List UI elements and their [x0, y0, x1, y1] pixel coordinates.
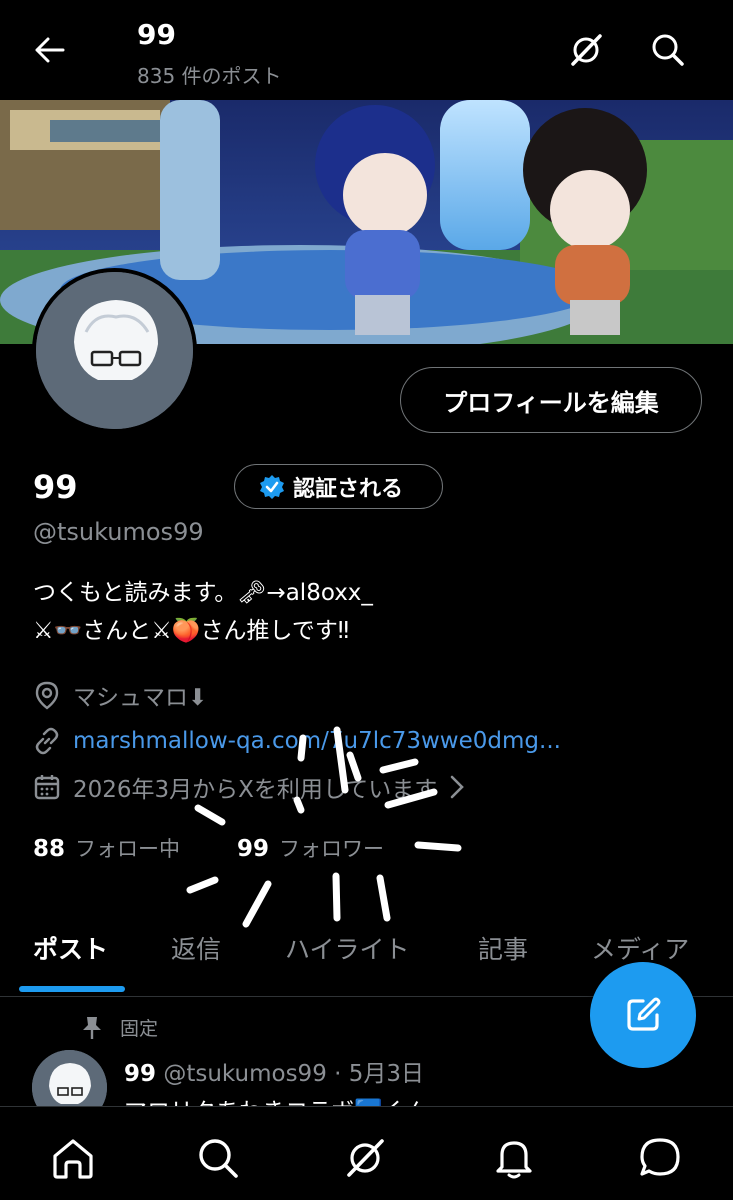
grok-icon[interactable] — [342, 1135, 388, 1181]
chevron-right-icon — [450, 775, 465, 799]
chat-icon[interactable] — [637, 1135, 683, 1181]
post-count: 835 件のポスト — [137, 64, 282, 88]
pinned-indicator: 固定 — [80, 1014, 158, 1041]
get-verified-button[interactable]: 認証される — [234, 464, 443, 509]
header-title: 99 — [137, 18, 176, 51]
post-author[interactable]: 99 — [124, 1061, 156, 1087]
followers-count: 99 — [237, 836, 270, 862]
search-icon[interactable] — [648, 30, 688, 70]
bell-icon[interactable] — [491, 1135, 537, 1181]
active-tab-indicator — [19, 986, 125, 992]
link-icon — [35, 727, 59, 755]
joined-row[interactable]: 2026年3月からXを利用しています — [33, 770, 465, 804]
profile-location: マシュマロ⬇ — [33, 678, 207, 712]
edit-profile-button[interactable]: プロフィールを編集 — [400, 367, 702, 433]
compose-button[interactable] — [590, 962, 696, 1068]
profile-bio: つくもと読みます。🗝→al8oxx_ ⚔👓さんと⚔🍑さん推しです‼ — [33, 574, 373, 650]
profile-header: 99 835 件のポスト — [0, 0, 733, 100]
location-text: マシュマロ⬇ — [73, 685, 208, 711]
followers-link[interactable]: 99 フォロワー — [237, 833, 384, 863]
compose-icon — [627, 997, 661, 1031]
tab-media[interactable]: メディア — [591, 930, 689, 966]
profile-name: 99 — [33, 468, 78, 506]
post-header: 99 @tsukumos99 · 5月3日 — [124, 1054, 424, 1088]
profile-link-row[interactable]: marshmallow-qa.com/7u7lc73wwe0dmg... — [33, 727, 561, 755]
tab-posts[interactable]: ポスト — [33, 930, 108, 966]
following-count: 88 — [33, 836, 66, 862]
back-arrow-icon[interactable] — [30, 30, 70, 70]
tab-articles[interactable]: 記事 — [478, 930, 528, 966]
calendar-icon — [34, 775, 60, 800]
location-pin-icon — [35, 681, 59, 710]
bio-line: ⚔👓さんと⚔🍑さん推しです‼ — [33, 618, 349, 644]
bottom-navigation — [0, 1106, 733, 1200]
search-icon[interactable] — [195, 1135, 241, 1181]
joined-text: 2026年3月からXを利用しています — [73, 777, 438, 803]
followers-label: フォロワー — [279, 837, 385, 861]
profile-avatar[interactable] — [32, 268, 197, 433]
bio-line: つくもと読みます。🗝→al8oxx_ — [33, 580, 373, 606]
post-handle-date: @tsukumos99 · 5月3日 — [163, 1061, 425, 1087]
home-icon[interactable] — [50, 1135, 96, 1181]
profile-handle: @tsukumos99 — [33, 518, 204, 546]
grok-icon[interactable] — [566, 30, 606, 70]
following-label: フォロー中 — [75, 837, 181, 861]
tab-highlights[interactable]: ハイライト — [285, 930, 410, 966]
pin-icon — [83, 1016, 101, 1039]
tab-replies[interactable]: 返信 — [171, 930, 221, 966]
verify-label: 認証される — [293, 476, 404, 502]
profile-url[interactable]: marshmallow-qa.com/7u7lc73wwe0dmg... — [73, 728, 561, 754]
following-link[interactable]: 88 フォロー中 — [33, 833, 180, 863]
verified-badge-icon — [260, 474, 284, 499]
pinned-label: 固定 — [120, 1018, 159, 1040]
